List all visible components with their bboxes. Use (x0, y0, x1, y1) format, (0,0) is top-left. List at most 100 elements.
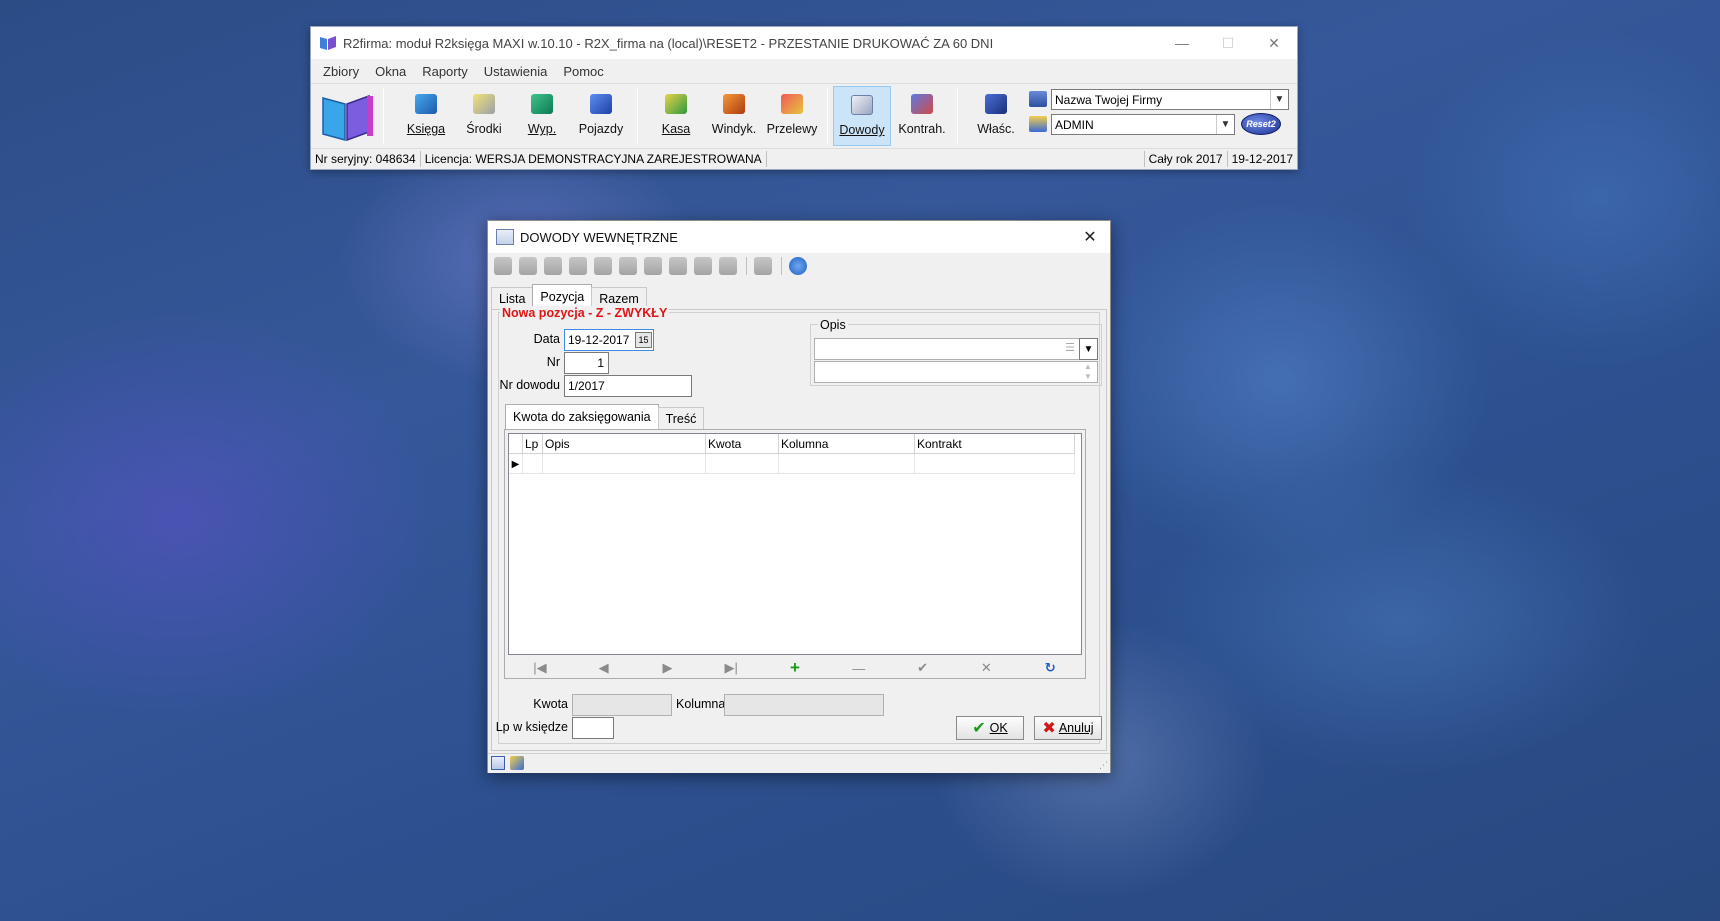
opis-dropdown-button[interactable]: ▼ (1079, 338, 1098, 360)
row-indicator-icon: ▶ (509, 454, 523, 474)
reset2-logo: Reset2 (1241, 113, 1281, 135)
status-date: 19-12-2017 (1231, 152, 1293, 166)
coins-icon (665, 94, 687, 114)
toolbar-pojazdy-button[interactable]: Pojazdy (571, 86, 631, 146)
resize-grip-icon[interactable]: ⋰ (1099, 760, 1108, 771)
owners-icon (985, 94, 1007, 114)
main-window: R2firma: moduł R2księga MAXI w.10.10 - R… (310, 26, 1298, 170)
opis-combo[interactable]: ☰ (814, 338, 1080, 360)
subtab-kwota[interactable]: Kwota do zaksięgowania (505, 404, 659, 429)
status-year: Cały rok 2017 (1143, 151, 1228, 167)
toolbar-srodki-button[interactable]: Środki (457, 86, 511, 146)
refresh-icon[interactable] (619, 257, 637, 275)
nav-insert-icon[interactable]: + (763, 658, 827, 678)
nav-prior-icon[interactable]: ◀ (572, 660, 636, 676)
settings-keys-icon[interactable] (510, 756, 524, 770)
main-title-bar: R2firma: moduł R2księga MAXI w.10.10 - R… (311, 27, 1297, 59)
nav-last-icon[interactable]: ▶| (699, 660, 763, 676)
nr-label: Nr (546, 355, 560, 369)
toolbar-kasa-button[interactable]: Kasa (649, 86, 703, 146)
filter-icon[interactable] (719, 257, 737, 275)
chevron-down-icon[interactable]: ▼ (1216, 115, 1234, 134)
cancel-button[interactable]: ✖ Anuluj (1034, 716, 1102, 740)
spinner-icon[interactable]: ▲ ▼ (1081, 362, 1095, 382)
col-kwota[interactable]: Kwota (706, 434, 779, 454)
positions-grid[interactable]: Lp Opis Kwota Kolumna Kontrakt ▶ (508, 433, 1082, 655)
nav-cancel-icon[interactable]: ✕ (954, 660, 1018, 676)
check-icon: ✔ (972, 720, 986, 737)
lp-w-ksiedze-label: Lp w księdze (495, 720, 568, 734)
col-kolumna[interactable]: Kolumna (779, 434, 915, 454)
insert-record-icon[interactable] (544, 257, 562, 275)
app-logo-book-icon (322, 94, 373, 142)
menu-okna[interactable]: Okna (367, 64, 414, 79)
ok-button[interactable]: ✔ OK (956, 716, 1024, 740)
status-serial: Nr seryjny: 048634 (311, 151, 421, 167)
minimize-button[interactable]: — (1159, 27, 1205, 59)
dialog-close-button[interactable]: ✕ (1070, 221, 1110, 253)
nav-post-icon[interactable]: ✔ (891, 660, 955, 676)
nav-refresh-icon[interactable]: ↻ (1018, 660, 1082, 676)
user-combo[interactable]: ADMIN ▼ (1051, 114, 1235, 135)
search-next-icon[interactable] (694, 257, 712, 275)
toolbar-dowody-button[interactable]: Dowody (833, 86, 891, 146)
first-record-icon[interactable] (494, 257, 512, 275)
nav-first-icon[interactable]: |◀ (508, 660, 572, 676)
grid-view-icon[interactable] (491, 756, 505, 770)
toolbar-kontrah-button[interactable]: Kontrah. (893, 86, 951, 146)
nav-delete-icon[interactable]: — (827, 661, 891, 676)
menu-bar: Zbiory Okna Raporty Ustawienia Pomoc (311, 59, 1297, 83)
toolbar-przelewy-button[interactable]: Przelewy (763, 86, 821, 146)
edit-record-icon[interactable] (519, 257, 537, 275)
subtab-tresc[interactable]: Treść (657, 407, 705, 429)
col-kontrakt[interactable]: Kontrakt (915, 434, 1075, 454)
nr-dowodu-input[interactable]: 1/2017 (564, 375, 692, 397)
help-icon[interactable] (789, 257, 807, 275)
maximize-button[interactable]: ☐ (1205, 27, 1251, 59)
menu-ustawienia[interactable]: Ustawienia (476, 64, 556, 79)
comment-icon[interactable] (754, 257, 772, 275)
user-keys-icon (1029, 116, 1047, 132)
col-opis[interactable]: Opis (543, 434, 706, 454)
dialog-status-strip: ⋰ (488, 753, 1110, 773)
lp-w-ksiedze-input[interactable] (572, 717, 614, 739)
equipment-icon (531, 94, 553, 114)
dialog-title-bar: DOWODY WEWNĘTRZNE (488, 221, 1110, 253)
opis-text[interactable]: ▲ ▼ (814, 361, 1098, 383)
menu-zbiory[interactable]: Zbiory (315, 64, 367, 79)
menu-pomoc[interactable]: Pomoc (555, 64, 611, 79)
binoculars-icon[interactable] (669, 257, 687, 275)
grid-header: Lp Opis Kwota Kolumna Kontrakt (509, 434, 1075, 454)
section-title: Nowa pozycja - Z - ZWYKŁY (500, 306, 670, 320)
documents-icon (496, 229, 514, 245)
toolbar-wyp-button[interactable]: Wyp. (515, 86, 569, 146)
pozycja-panel: Nowa pozycja - Z - ZWYKŁY Data 19-12-201… (491, 306, 1107, 751)
print-icon[interactable] (644, 257, 662, 275)
chevron-down-icon[interactable]: ▼ (1270, 90, 1288, 109)
kwota-label: Kwota (533, 697, 568, 711)
company-combo[interactable]: Nazwa Twojej Firmy ▼ (1051, 89, 1289, 110)
main-window-title: R2firma: moduł R2księga MAXI w.10.10 - R… (343, 35, 994, 51)
calendar-button[interactable]: 15 (635, 332, 652, 348)
toolbar-ksiega-button[interactable]: Księga (399, 86, 453, 146)
book-icon (415, 94, 437, 114)
nr-input[interactable]: 1 (564, 352, 609, 374)
toolbar-windyk-button[interactable]: Windyk. (707, 86, 761, 146)
close-button[interactable]: ✕ (1251, 27, 1297, 59)
documents-icon (851, 95, 873, 115)
col-lp[interactable]: Lp (523, 434, 543, 454)
transfer-icon (781, 94, 803, 114)
contractors-icon (911, 94, 933, 114)
menu-raporty[interactable]: Raporty (414, 64, 476, 79)
table-row[interactable]: ▶ (509, 454, 1075, 474)
company-icon (1029, 91, 1047, 107)
delete-record-icon[interactable] (569, 257, 587, 275)
nr-dowodu-label: Nr dowodu (499, 378, 560, 392)
subtabs: Kwota do zaksięgowania Treść (505, 404, 705, 429)
nav-next-icon[interactable]: ▶ (636, 660, 700, 676)
dowody-dialog: DOWODY WEWNĘTRZNE ✕ Lista Pozycja Razem … (487, 220, 1111, 773)
main-status-bar: Nr seryjny: 048634 Licencja: WERSJA DEMO… (311, 149, 1297, 169)
toolbar-wlasc-button[interactable]: Właśc. (969, 86, 1023, 146)
copy-record-icon[interactable] (594, 257, 612, 275)
debt-collection-icon (723, 94, 745, 114)
